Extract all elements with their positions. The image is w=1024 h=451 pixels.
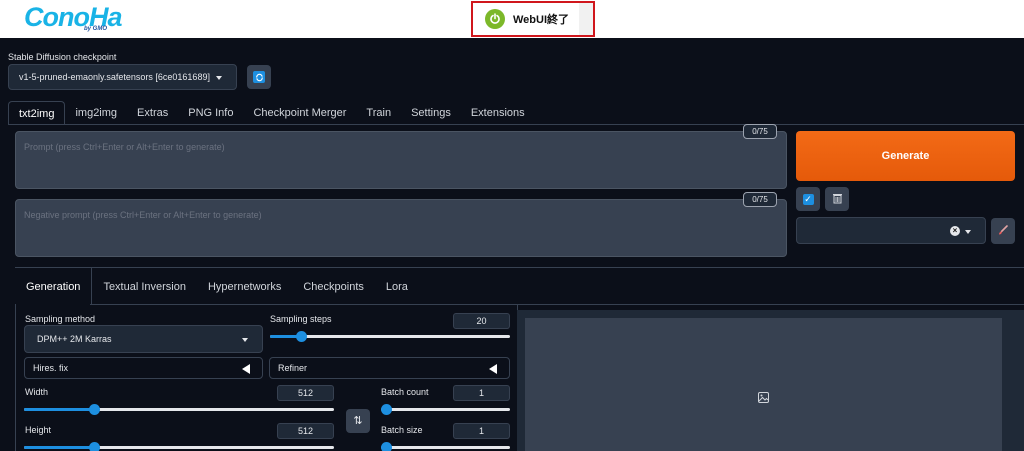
chevron-down-icon [216, 76, 222, 80]
power-icon [485, 9, 505, 29]
width-label: Width [25, 387, 49, 397]
slider-handle[interactable] [295, 331, 307, 342]
swap-icon: ⇅ [353, 415, 363, 427]
negative-prompt-placeholder: Negative prompt (press Ctrl+Enter or Alt… [24, 210, 262, 220]
tab-divider [8, 124, 1024, 125]
tab-img2img[interactable]: img2img [65, 101, 127, 125]
sub-tabs: Generation Textual Inversion Hypernetwor… [15, 268, 419, 304]
prompt-placeholder: Prompt (press Ctrl+Enter or Alt+Enter to… [24, 142, 225, 152]
swap-dimensions-button[interactable]: ⇅ [346, 409, 370, 433]
slider-handle[interactable] [381, 442, 392, 451]
prompt-input[interactable]: Prompt (press Ctrl+Enter or Alt+Enter to… [15, 131, 787, 189]
collapse-triangle-icon [242, 364, 250, 374]
negative-prompt-input[interactable]: Negative prompt (press Ctrl+Enter or Alt… [15, 199, 787, 257]
negative-prompt-token-counter: 0/75 [743, 192, 777, 207]
tab-hypernetworks[interactable]: Hypernetworks [197, 268, 292, 304]
tab-txt2img[interactable]: txt2img [8, 101, 66, 125]
conoha-logo: ConoHa by GMO [24, 2, 122, 36]
prompt-token-counter: 0/75 [743, 124, 777, 139]
tab-checkpoints[interactable]: Checkpoints [292, 268, 375, 304]
batch-count-label: Batch count [381, 387, 429, 397]
sampling-method-label: Sampling method [25, 314, 96, 324]
batch-count-input[interactable]: 1 [453, 385, 510, 401]
sampling-steps-slider[interactable] [270, 330, 510, 342]
batch-size-input[interactable]: 1 [453, 423, 510, 439]
edit-styles-button[interactable] [991, 218, 1015, 244]
refiner-label: Refiner [278, 363, 308, 373]
tab-extensions[interactable]: Extensions [461, 101, 535, 125]
checkpoint-label: Stable Diffusion checkpoint [8, 52, 117, 62]
tab-settings[interactable]: Settings [401, 101, 461, 125]
output-gallery[interactable] [525, 318, 1002, 451]
tab-checkpoint-merger[interactable]: Checkpoint Merger [243, 101, 356, 125]
checkpoint-value: v1-5-pruned-emaonly.safetensors [6ce0161… [19, 72, 210, 82]
sampling-steps-label: Sampling steps [270, 314, 332, 324]
trash-icon [832, 192, 843, 207]
subtab-divider [90, 304, 1024, 305]
checkbox-icon: ✓ [802, 193, 814, 205]
top-bar: ConoHa by GMO WebUI終了 [0, 0, 1024, 38]
tab-textual-inversion[interactable]: Textual Inversion [92, 268, 197, 304]
sampling-method-dropdown[interactable]: DPM++ 2M Karras [24, 325, 263, 353]
slider-handle[interactable] [381, 404, 392, 415]
slider-handle[interactable] [89, 404, 100, 415]
main-tabs: txt2img img2img Extras PNG Info Checkpoi… [8, 101, 535, 125]
quit-highlight-box: WebUI終了 [471, 1, 595, 37]
checkpoint-dropdown[interactable]: v1-5-pruned-emaonly.safetensors [6ce0161… [8, 64, 237, 90]
collapse-triangle-icon [489, 364, 497, 374]
clear-prompt-button[interactable] [825, 187, 849, 211]
sampling-method-value: DPM++ 2M Karras [37, 334, 112, 344]
quit-label: WebUI終了 [513, 14, 570, 26]
hires-fix-accordion[interactable]: Hires. fix [24, 357, 263, 379]
logo-sub: by GMO [84, 26, 108, 32]
width-input[interactable]: 512 [277, 385, 334, 401]
tab-extras[interactable]: Extras [127, 101, 178, 125]
refresh-checkpoint-button[interactable] [247, 65, 271, 89]
tab-png-info[interactable]: PNG Info [178, 101, 243, 125]
clear-icon[interactable]: × [950, 226, 960, 236]
slider-handle[interactable] [89, 442, 100, 451]
styles-dropdown[interactable]: × [796, 217, 986, 244]
batch-size-slider[interactable] [381, 441, 510, 451]
tab-train[interactable]: Train [356, 101, 401, 125]
tab-lora[interactable]: Lora [375, 268, 419, 304]
height-label: Height [25, 425, 52, 435]
apply-style-button[interactable]: ✓ [796, 187, 820, 211]
image-icon [758, 392, 769, 403]
hires-fix-label: Hires. fix [33, 363, 69, 373]
sampling-steps-input[interactable]: 20 [453, 313, 510, 329]
height-input[interactable]: 512 [277, 423, 334, 439]
chevron-down-icon [242, 338, 248, 342]
generate-button[interactable]: Generate [796, 131, 1015, 181]
batch-size-label: Batch size [381, 425, 423, 435]
webui-quit-button[interactable]: WebUI終了 [485, 7, 585, 31]
batch-count-slider[interactable] [381, 403, 510, 415]
chevron-down-icon [965, 230, 971, 234]
brush-icon [997, 224, 1009, 239]
refiner-accordion[interactable]: Refiner [269, 357, 510, 379]
refresh-icon [253, 71, 265, 83]
height-slider[interactable] [24, 441, 334, 451]
width-slider[interactable] [24, 403, 334, 415]
tab-generation[interactable]: Generation [15, 268, 93, 304]
